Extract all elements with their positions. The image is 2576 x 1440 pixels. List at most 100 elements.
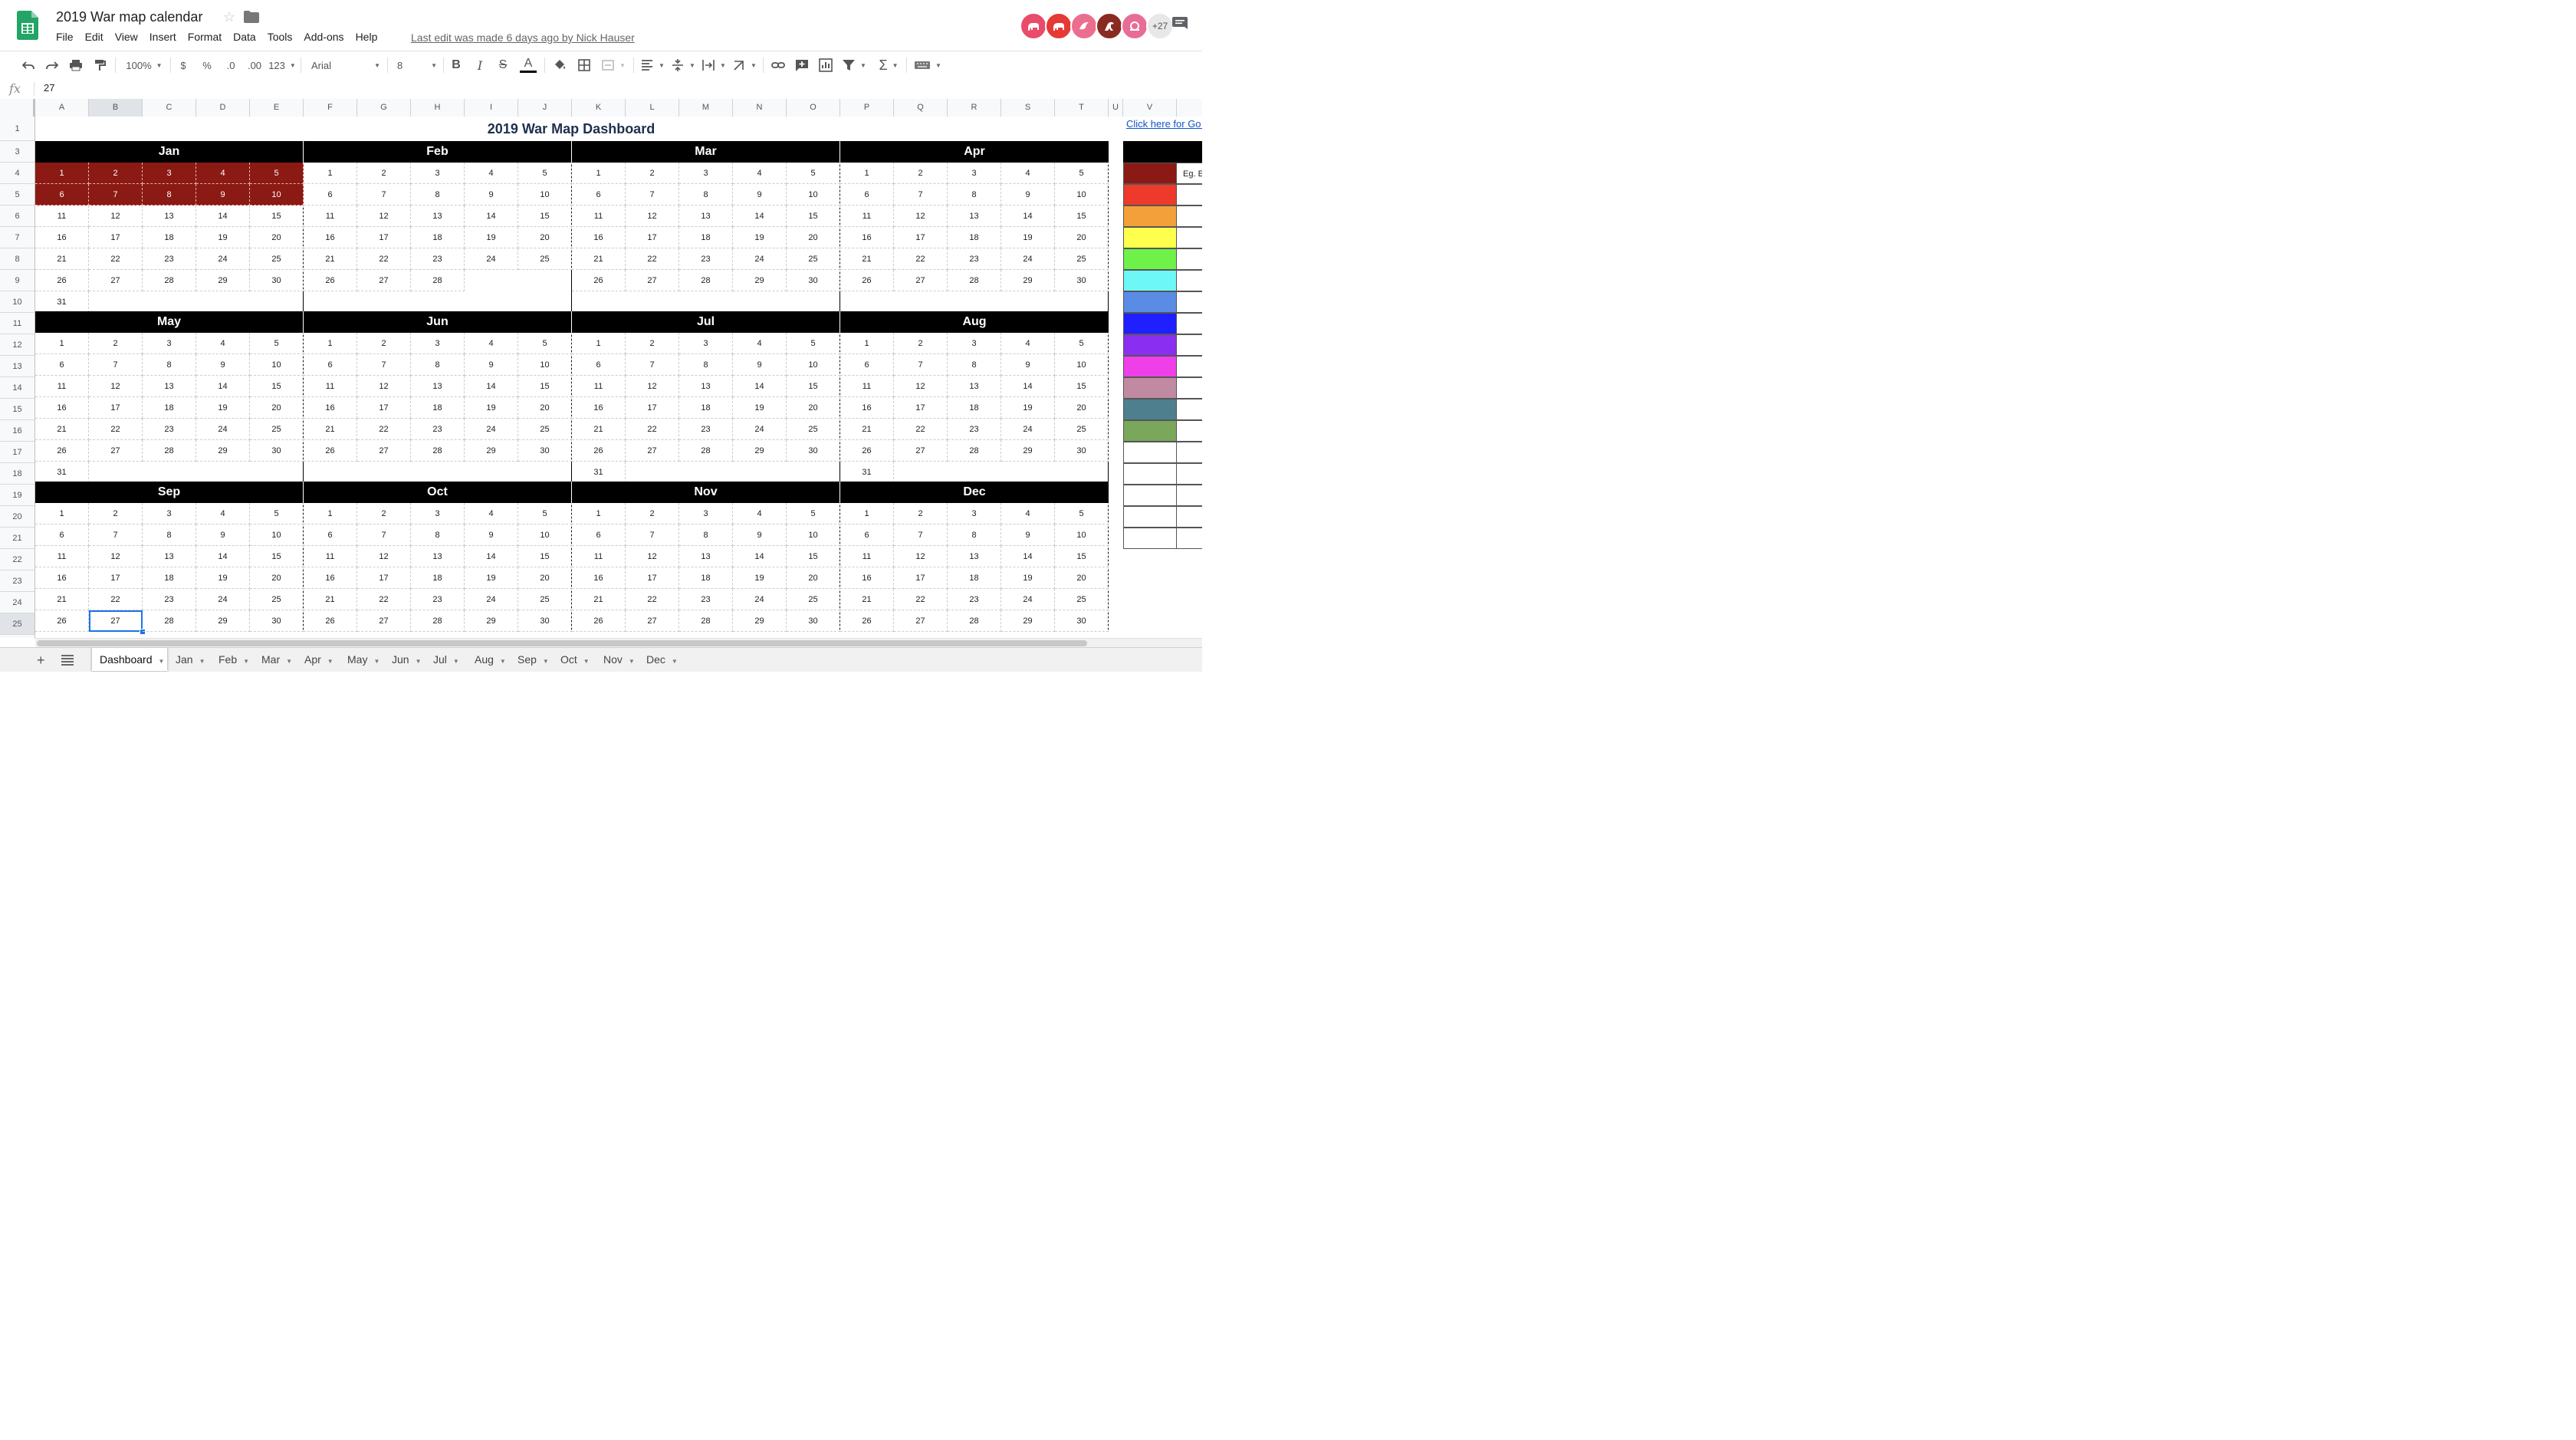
increase-decimal-button[interactable]: .00 <box>245 51 264 79</box>
day-cell-jul-24[interactable]: 24 <box>733 419 787 440</box>
day-cell-may-15[interactable]: 15 <box>250 376 304 397</box>
legend-label-cell[interactable] <box>1177 528 1202 549</box>
print-icon[interactable] <box>67 51 84 79</box>
day-cell-oct-8[interactable]: 8 <box>411 524 465 546</box>
day-cell-may-17[interactable]: 17 <box>89 397 143 419</box>
sheet-tab-apr[interactable]: Apr ▼ <box>297 648 340 671</box>
row-header-22[interactable]: 22 <box>0 549 34 570</box>
day-cell-feb-28[interactable]: 28 <box>411 270 465 291</box>
day-cell-may-24[interactable]: 24 <box>196 419 250 440</box>
day-cell-apr-19[interactable]: 19 <box>1001 227 1055 248</box>
column-header-d[interactable]: D <box>196 99 250 117</box>
chevron-down-icon[interactable]: ▼ <box>159 658 165 665</box>
day-cell-dec-4[interactable]: 4 <box>1001 503 1055 524</box>
day-cell-jan-21[interactable]: 21 <box>35 248 89 270</box>
legend-label-cell[interactable] <box>1177 463 1202 485</box>
insert-chart-icon[interactable] <box>817 51 834 79</box>
avatar[interactable] <box>1045 12 1073 40</box>
day-cell-feb-27[interactable]: 27 <box>357 270 411 291</box>
sheet-tab-nov[interactable]: Nov ▼ <box>596 648 639 671</box>
day-cell-oct-11[interactable]: 11 <box>304 546 357 567</box>
column-header-c[interactable]: C <box>143 99 196 117</box>
day-cell-oct-21[interactable]: 21 <box>304 589 357 610</box>
legend-label-cell[interactable] <box>1177 270 1202 291</box>
sheet-tab-dashboard[interactable]: Dashboard ▼ <box>91 648 168 671</box>
day-cell-jun-30[interactable]: 30 <box>518 440 572 462</box>
day-cell-may-4[interactable]: 4 <box>196 333 250 354</box>
row-header-14[interactable]: 14 <box>0 377 34 399</box>
day-cell-nov-26[interactable]: 26 <box>572 610 626 632</box>
day-cell-apr-21[interactable]: 21 <box>840 248 894 270</box>
google-sheets-logo-icon[interactable] <box>17 11 38 40</box>
comment-history-icon[interactable] <box>1171 17 1188 32</box>
day-cell-mar-11[interactable]: 11 <box>572 205 626 227</box>
day-cell-feb-26[interactable]: 26 <box>304 270 357 291</box>
legend-swatch[interactable] <box>1123 270 1177 291</box>
day-cell-aug-4[interactable]: 4 <box>1001 333 1055 354</box>
column-header-k[interactable]: K <box>572 99 626 117</box>
day-cell-jul-17[interactable]: 17 <box>626 397 679 419</box>
menu-view[interactable]: View <box>115 31 144 43</box>
day-cell-oct-1[interactable]: 1 <box>304 503 357 524</box>
day-cell-aug-21[interactable]: 21 <box>840 419 894 440</box>
day-cell-dec-26[interactable]: 26 <box>840 610 894 632</box>
legend-label-cell[interactable] <box>1177 334 1202 356</box>
day-cell-oct-18[interactable]: 18 <box>411 567 465 589</box>
insert-link-icon[interactable] <box>770 51 787 79</box>
day-cell-sep-16[interactable]: 16 <box>35 567 89 589</box>
day-cell-nov-9[interactable]: 9 <box>733 524 787 546</box>
day-cell-feb-23[interactable]: 23 <box>411 248 465 270</box>
column-header-v[interactable]: V <box>1123 99 1177 117</box>
day-cell-feb-22[interactable]: 22 <box>357 248 411 270</box>
day-cell-jul-13[interactable]: 13 <box>679 376 733 397</box>
day-cell-aug-31[interactable]: 31 <box>840 462 894 483</box>
day-cell-aug-10[interactable]: 10 <box>1055 354 1109 376</box>
day-cell-nov-10[interactable]: 10 <box>787 524 840 546</box>
day-cell-oct-3[interactable]: 3 <box>411 503 465 524</box>
menu-insert[interactable]: Insert <box>150 31 182 43</box>
chevron-down-icon[interactable]: ▼ <box>373 658 380 665</box>
day-cell-apr-16[interactable]: 16 <box>840 227 894 248</box>
document-title[interactable]: 2019 War map calendar <box>56 9 202 25</box>
day-cell-feb-1[interactable]: 1 <box>304 163 357 184</box>
day-cell-sep-10[interactable]: 10 <box>250 524 304 546</box>
day-cell-dec-12[interactable]: 12 <box>894 546 948 567</box>
column-header-m[interactable]: M <box>679 99 733 117</box>
menu-file[interactable]: File <box>56 31 80 43</box>
day-cell-apr-25[interactable]: 25 <box>1055 248 1109 270</box>
day-cell-feb-15[interactable]: 15 <box>518 205 572 227</box>
day-cell-aug-14[interactable]: 14 <box>1001 376 1055 397</box>
day-cell-apr-9[interactable]: 9 <box>1001 184 1055 205</box>
vertical-align-icon[interactable]: ▼ <box>670 51 696 79</box>
day-cell-sep-25[interactable]: 25 <box>250 589 304 610</box>
avatar[interactable] <box>1096 12 1123 40</box>
input-tools-icon[interactable]: ▼ <box>912 51 943 79</box>
day-cell-dec-11[interactable]: 11 <box>840 546 894 567</box>
day-cell-jul-3[interactable]: 3 <box>679 333 733 354</box>
day-cell-apr-20[interactable]: 20 <box>1055 227 1109 248</box>
day-cell-oct-2[interactable]: 2 <box>357 503 411 524</box>
day-cell-nov-5[interactable]: 5 <box>787 503 840 524</box>
menu-tools[interactable]: Tools <box>268 31 299 43</box>
legend-label-cell[interactable] <box>1177 205 1202 227</box>
day-cell-oct-23[interactable]: 23 <box>411 589 465 610</box>
day-cell-sep-22[interactable]: 22 <box>89 589 143 610</box>
menu-addons[interactable]: Add-ons <box>304 31 350 43</box>
day-cell-aug-8[interactable]: 8 <box>948 354 1001 376</box>
day-cell-mar-6[interactable]: 6 <box>572 184 626 205</box>
day-cell-jun-26[interactable]: 26 <box>304 440 357 462</box>
day-cell-nov-19[interactable]: 19 <box>733 567 787 589</box>
day-cell-oct-15[interactable]: 15 <box>518 546 572 567</box>
sheet-tab-jun[interactable]: Jun ▼ <box>384 648 426 671</box>
functions-button[interactable]: Σ ▼ <box>876 51 902 79</box>
column-header-i[interactable]: I <box>465 99 518 117</box>
day-cell-nov-8[interactable]: 8 <box>679 524 733 546</box>
day-cell-jun-13[interactable]: 13 <box>411 376 465 397</box>
day-cell-mar-29[interactable]: 29 <box>733 270 787 291</box>
day-cell-dec-10[interactable]: 10 <box>1055 524 1109 546</box>
day-cell-sep-1[interactable]: 1 <box>35 503 89 524</box>
day-cell-feb-3[interactable]: 3 <box>411 163 465 184</box>
italic-button[interactable]: I <box>473 51 487 79</box>
sheet-tab-jan[interactable]: Jan ▼ <box>168 648 211 671</box>
day-cell-aug-20[interactable]: 20 <box>1055 397 1109 419</box>
